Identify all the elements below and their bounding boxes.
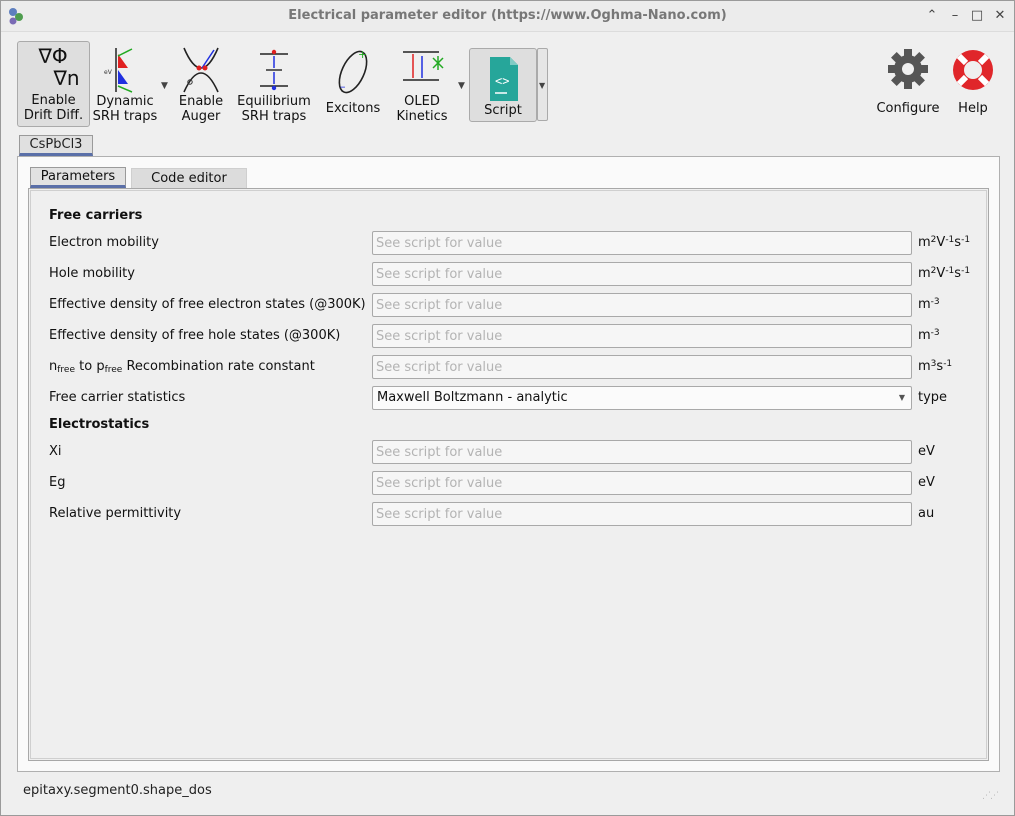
enable-auger-label: Enable Auger	[173, 94, 229, 124]
dynamic-srh-traps-button[interactable]: eV Dynamic SRH traps	[91, 41, 159, 127]
window-shade-button[interactable]: ⌃	[922, 6, 942, 26]
recombination-rate-field[interactable]	[372, 355, 912, 379]
recombination-rate-label: nfree to pfree Recombination rate consta…	[49, 359, 315, 375]
oled-kinetics-dropdown-icon[interactable]: ▼	[458, 81, 468, 91]
nv-label: Effective density of free hole states (@…	[49, 328, 341, 343]
script-dropdown-button[interactable]: ▼	[537, 48, 548, 121]
dynamic-srh-dropdown-icon[interactable]: ▼	[161, 81, 171, 91]
svg-text:<>: <>	[495, 74, 509, 88]
script-label: Script	[470, 103, 536, 118]
srh-traps-icon: eV	[104, 48, 133, 93]
label-line1: Dynamic	[96, 94, 154, 109]
eg-field[interactable]	[372, 471, 912, 495]
section-electrostatics: Electrostatics	[49, 417, 150, 432]
app-window: Electrical parameter editor (https://www…	[0, 0, 1015, 816]
hole-mobility-label: Hole mobility	[49, 266, 135, 281]
label-part: n	[49, 359, 58, 374]
xi-unit: eV	[918, 444, 935, 459]
label-line1: Script	[484, 103, 522, 118]
label-part: to p	[75, 359, 105, 374]
svg-text:–: –	[340, 80, 346, 93]
recombination-rate-unit: m3s-1	[918, 359, 953, 374]
free-carrier-statistics-select[interactable]: Maxwell Boltzmann - analytic ▼	[372, 386, 912, 410]
enable-drift-diff-label: Enable Drift Diff.	[18, 93, 89, 123]
close-button[interactable]: ✕	[990, 6, 1010, 26]
relative-permittivity-label: Relative permittivity	[49, 506, 182, 521]
resize-grip-icon[interactable]: ⋰⋰	[982, 791, 999, 801]
phi-gradient-glyph: ∇Φ	[38, 44, 68, 68]
minimize-button[interactable]: –	[945, 6, 965, 26]
gear-icon	[888, 49, 928, 89]
tab-material-cspbcl3[interactable]: CsPbCl3	[19, 135, 93, 156]
label-line2: SRH traps	[92, 109, 158, 124]
equilibrium-srh-traps-button[interactable]: Equilibrium SRH traps	[235, 41, 313, 127]
svg-text:+: +	[358, 48, 367, 61]
xi-field[interactable]	[372, 440, 912, 464]
chevron-down-icon: ▼	[898, 393, 905, 402]
relative-permittivity-unit: au	[918, 506, 935, 521]
free-carrier-statistics-unit: type	[918, 390, 948, 405]
eg-label: Eg	[49, 475, 66, 490]
help-label: Help	[958, 101, 988, 116]
title-bar: Electrical parameter editor (https://www…	[1, 1, 1014, 32]
hole-mobility-field[interactable]	[372, 262, 912, 286]
oled-kinetics-icon	[403, 51, 444, 81]
electron-mobility-field[interactable]	[372, 231, 912, 255]
excitons-label: Excitons	[321, 101, 385, 116]
window-title: Electrical parameter editor (https://www…	[288, 8, 727, 23]
label-line1: OLED	[404, 94, 440, 109]
auger-icon	[183, 47, 219, 93]
label-line1: Enable	[178, 94, 224, 109]
label-line2: SRH traps	[241, 109, 307, 124]
nc-field[interactable]	[372, 293, 912, 317]
excitons-icon: + –	[338, 48, 368, 94]
chevron-down-icon: ▼	[539, 81, 546, 90]
equilibrium-srh-icon	[260, 49, 288, 91]
label-line2: Auger	[181, 109, 221, 124]
dynamic-srh-label: Dynamic SRH traps	[91, 94, 159, 124]
relative-permittivity-field[interactable]	[372, 502, 912, 526]
label-line1: Equilibrium	[237, 94, 311, 109]
nv-unit: m-3	[918, 328, 940, 343]
svg-text:eV: eV	[104, 69, 113, 76]
toolbar: ∇Φ ∇n Enable Drift Diff. eV Dynamic SRH …	[1, 31, 1014, 131]
status-bar-text: epitaxy.segment0.shape_dos	[23, 783, 212, 798]
tab-parameters[interactable]: Parameters	[30, 167, 126, 188]
tab-code-editor[interactable]: Code editor	[131, 168, 247, 189]
script-button[interactable]: <> Script	[469, 48, 537, 122]
gradient-phi-n-icon: ∇Φ ∇n	[27, 45, 81, 97]
free-carrier-statistics-label: Free carrier statistics	[49, 390, 186, 405]
configure-button[interactable]: Configure	[873, 41, 943, 127]
label-line1: Enable	[31, 93, 76, 108]
oled-kinetics-button[interactable]: OLED Kinetics	[391, 41, 453, 127]
select-value: Maxwell Boltzmann - analytic	[377, 390, 568, 405]
label-line2: Drift Diff.	[23, 108, 84, 123]
nc-label: Effective density of free electron state…	[49, 297, 366, 312]
nc-unit: m-3	[918, 297, 940, 312]
eg-unit: eV	[918, 475, 935, 490]
help-button[interactable]: Help	[947, 41, 999, 127]
nv-field[interactable]	[372, 324, 912, 348]
configure-label: Configure	[876, 101, 940, 116]
xi-label: Xi	[49, 444, 62, 459]
lifebuoy-help-icon	[953, 50, 993, 90]
label-subscript: free	[57, 365, 75, 375]
equilibrium-srh-label: Equilibrium SRH traps	[235, 94, 313, 124]
electron-mobility-label: Electron mobility	[49, 235, 159, 250]
hole-mobility-unit: m2V-1s-1	[918, 266, 971, 281]
n-gradient-glyph: ∇n	[53, 66, 80, 90]
label-line2: Kinetics	[396, 109, 448, 124]
enable-drift-diff-button[interactable]: ∇Φ ∇n Enable Drift Diff.	[17, 41, 90, 127]
script-icon: <>	[490, 57, 518, 101]
label-subscript: free	[104, 365, 123, 375]
label-part: Recombination rate constant	[122, 359, 315, 374]
maximize-button[interactable]: □	[967, 6, 987, 26]
electron-mobility-unit: m2V-1s-1	[918, 235, 971, 250]
enable-auger-button[interactable]: Enable Auger	[173, 41, 229, 127]
oled-kinetics-label: OLED Kinetics	[391, 94, 453, 124]
section-free-carriers: Free carriers	[49, 208, 143, 223]
label-line1: Excitons	[325, 101, 381, 116]
excitons-button[interactable]: + – Excitons	[321, 41, 385, 127]
